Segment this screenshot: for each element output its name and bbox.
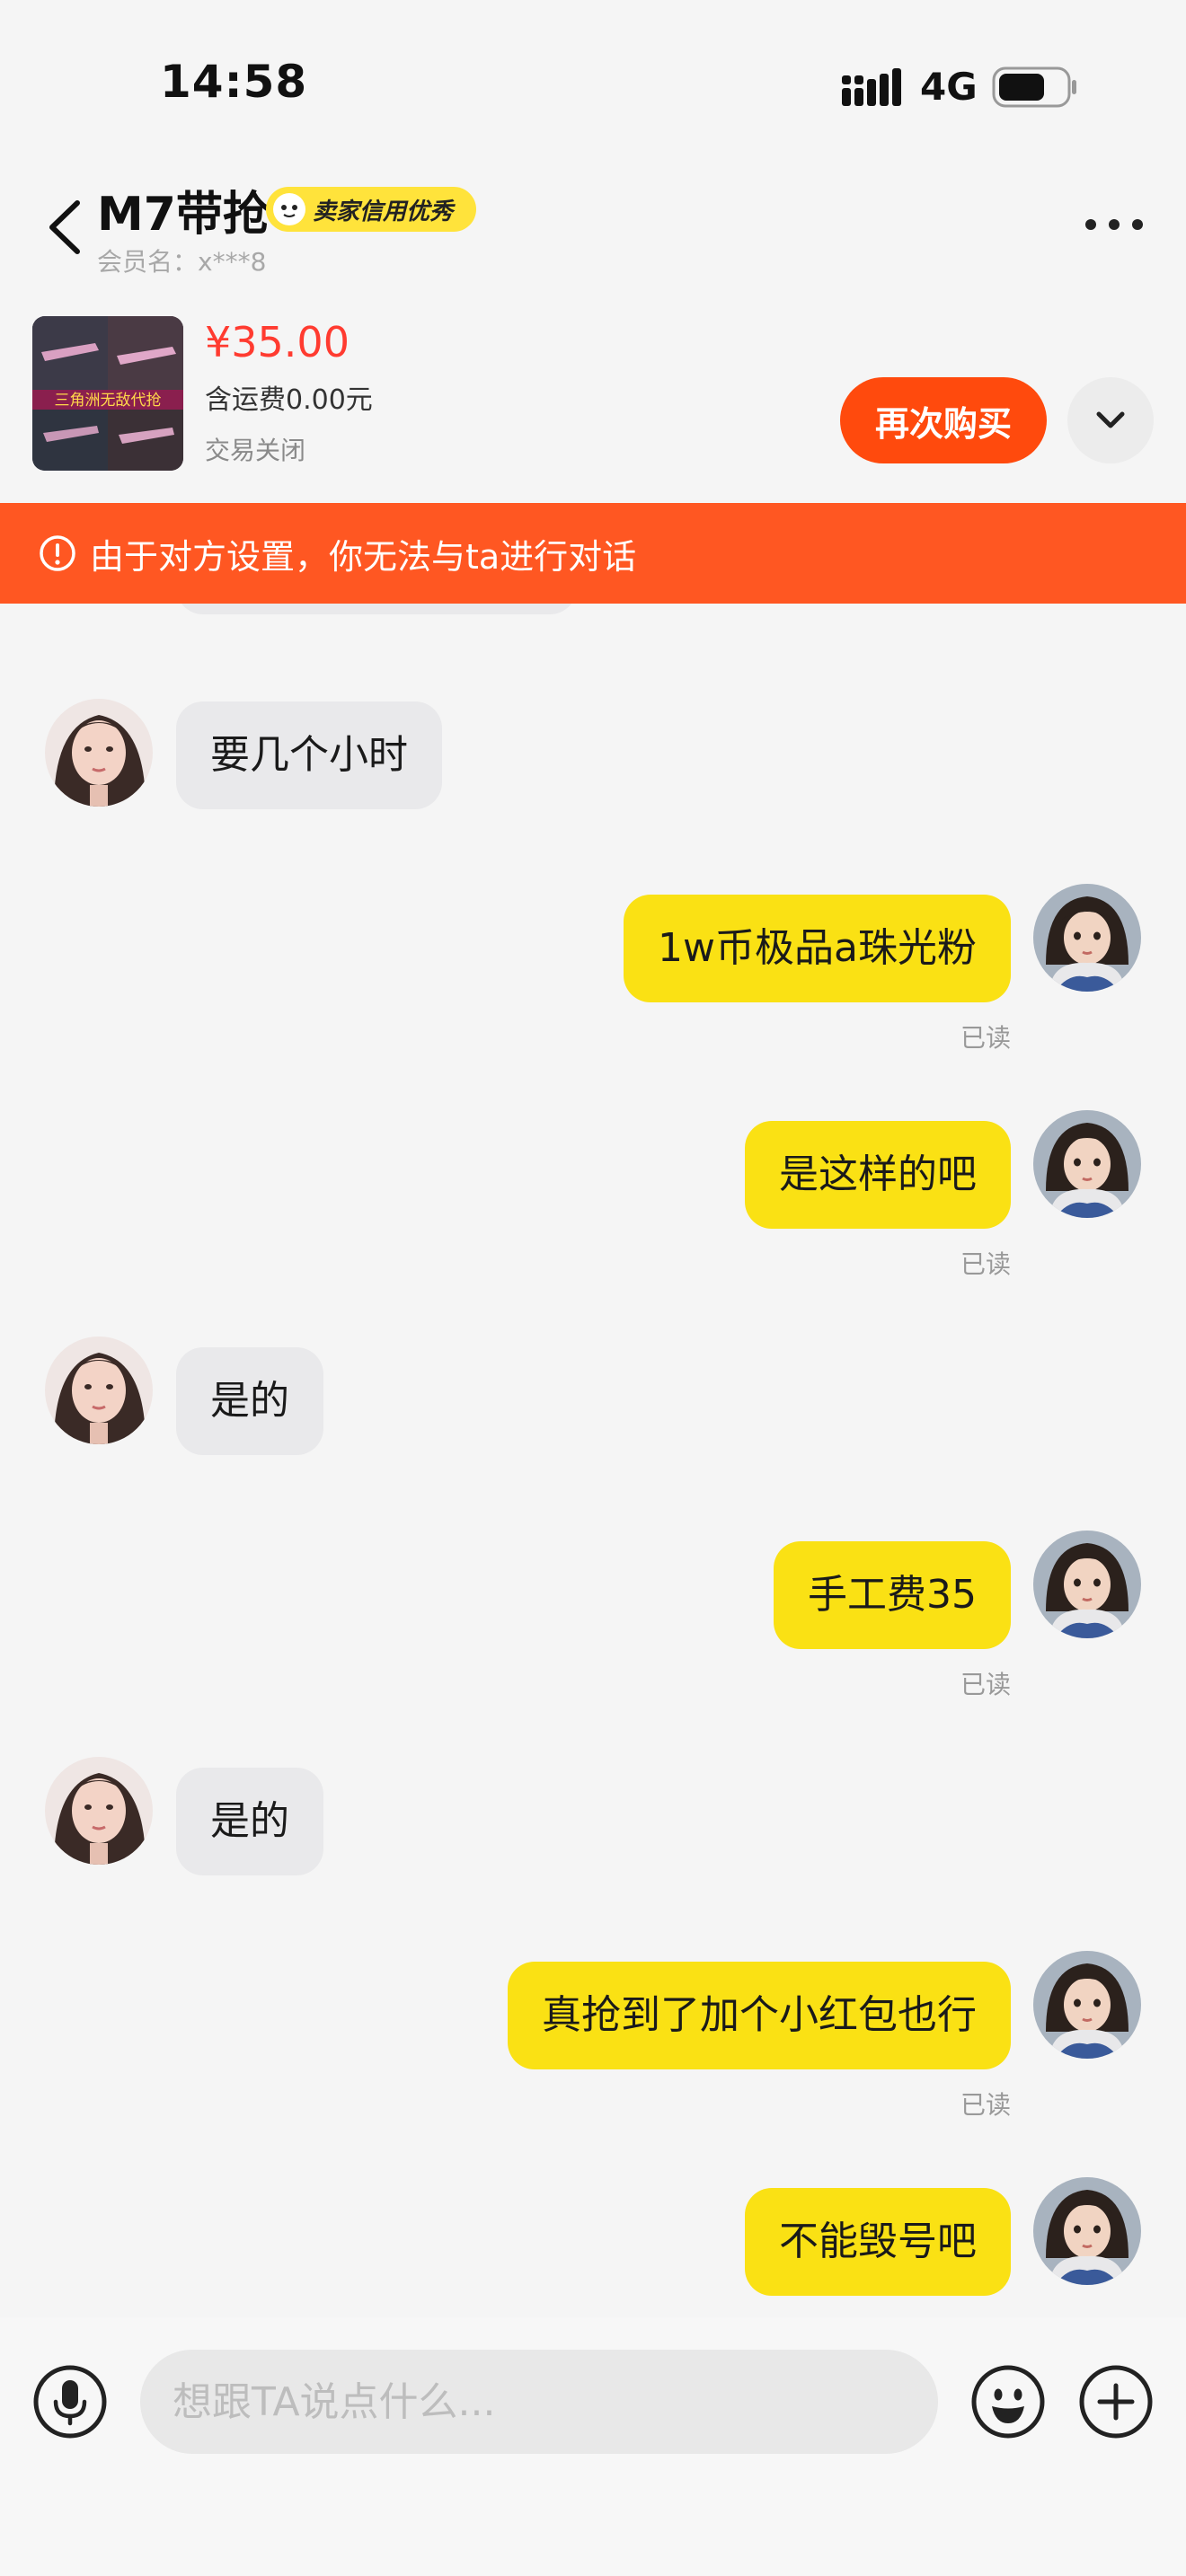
deal-status: 交易关闭 [205,436,306,465]
shipping-info: 含运费0.00元 [205,384,373,416]
read-receipt: 已读 [960,2090,1011,2120]
member-value: x***8 [198,247,267,277]
message-bubble-outgoing[interactable]: 不能毁号吧 [745,2188,1011,2296]
product-image: 三角洲无敌代抢 [32,316,183,471]
message-bubble-outgoing[interactable]: 真抢到了加个小红包也行 [508,1962,1011,2069]
emoji-icon[interactable] [970,2364,1046,2439]
my-avatar[interactable] [1033,1110,1141,1218]
avatar-image [45,699,153,807]
avatar-image [1033,1110,1141,1218]
seller-credit-badge: 卖家信用优秀 [266,187,476,232]
my-avatar[interactable] [1033,2177,1141,2285]
avatar-image [1033,2177,1141,2285]
message-bubble-outgoing[interactable]: 是这样的吧 [745,1121,1011,1229]
network-type: 4G [920,65,978,109]
read-receipt: 已读 [960,1023,1011,1053]
message-bubble-outgoing[interactable]: 1w币极品a珠光粉 [624,895,1011,1002]
message-bubble-incoming[interactable]: 是的 [176,1768,323,1875]
back-icon[interactable] [45,198,86,257]
add-icon[interactable] [1078,2364,1154,2439]
seller-avatar[interactable] [45,1757,153,1865]
thumb-caption: 三角洲无敌代抢 [55,392,162,410]
avatar-image [45,1757,153,1865]
warning-icon [40,535,75,571]
seller-avatar[interactable] [45,1337,153,1444]
avatar-image [1033,1951,1141,2059]
signal-icon [842,68,901,106]
read-receipt: 已读 [960,1670,1011,1699]
message-bubble-outgoing[interactable]: 手工费35 [774,1541,1011,1649]
warning-text: 由于对方设置，你无法与ta进行对话 [90,536,637,577]
warning-banner: 由于对方设置，你无法与ta进行对话 [0,503,1186,604]
badge-label: 卖家信用优秀 [313,198,454,225]
my-avatar[interactable] [1033,884,1141,992]
status-time: 14:58 [160,56,308,108]
expand-button[interactable] [1067,377,1154,463]
message-bubble-incoming[interactable]: 是的 [176,1347,323,1455]
rebuy-button[interactable]: 再次购买 [840,377,1047,463]
mic-icon[interactable] [32,2364,108,2439]
chat-title: M7带抢 [97,188,270,242]
message-input[interactable] [140,2350,938,2454]
member-name: 会员名：x***8 [97,243,266,278]
seller-avatar[interactable] [45,699,153,807]
my-avatar[interactable] [1033,1951,1141,2059]
chevron-down-icon [1096,411,1125,428]
mascot-icon [273,193,305,225]
product-thumbnail[interactable]: 三角洲无敌代抢 [32,316,183,471]
message-bubble-incoming[interactable]: 要几个小时 [176,701,442,809]
avatar-image [1033,1531,1141,1638]
my-avatar[interactable] [1033,1531,1141,1638]
avatar-image [45,1337,153,1444]
avatar-image [1033,884,1141,992]
more-icon[interactable] [1084,208,1145,241]
member-label: 会员名： [97,247,199,277]
read-receipt: 已读 [960,1249,1011,1279]
battery-icon [992,66,1076,108]
product-price: ¥35.00 [205,318,350,366]
